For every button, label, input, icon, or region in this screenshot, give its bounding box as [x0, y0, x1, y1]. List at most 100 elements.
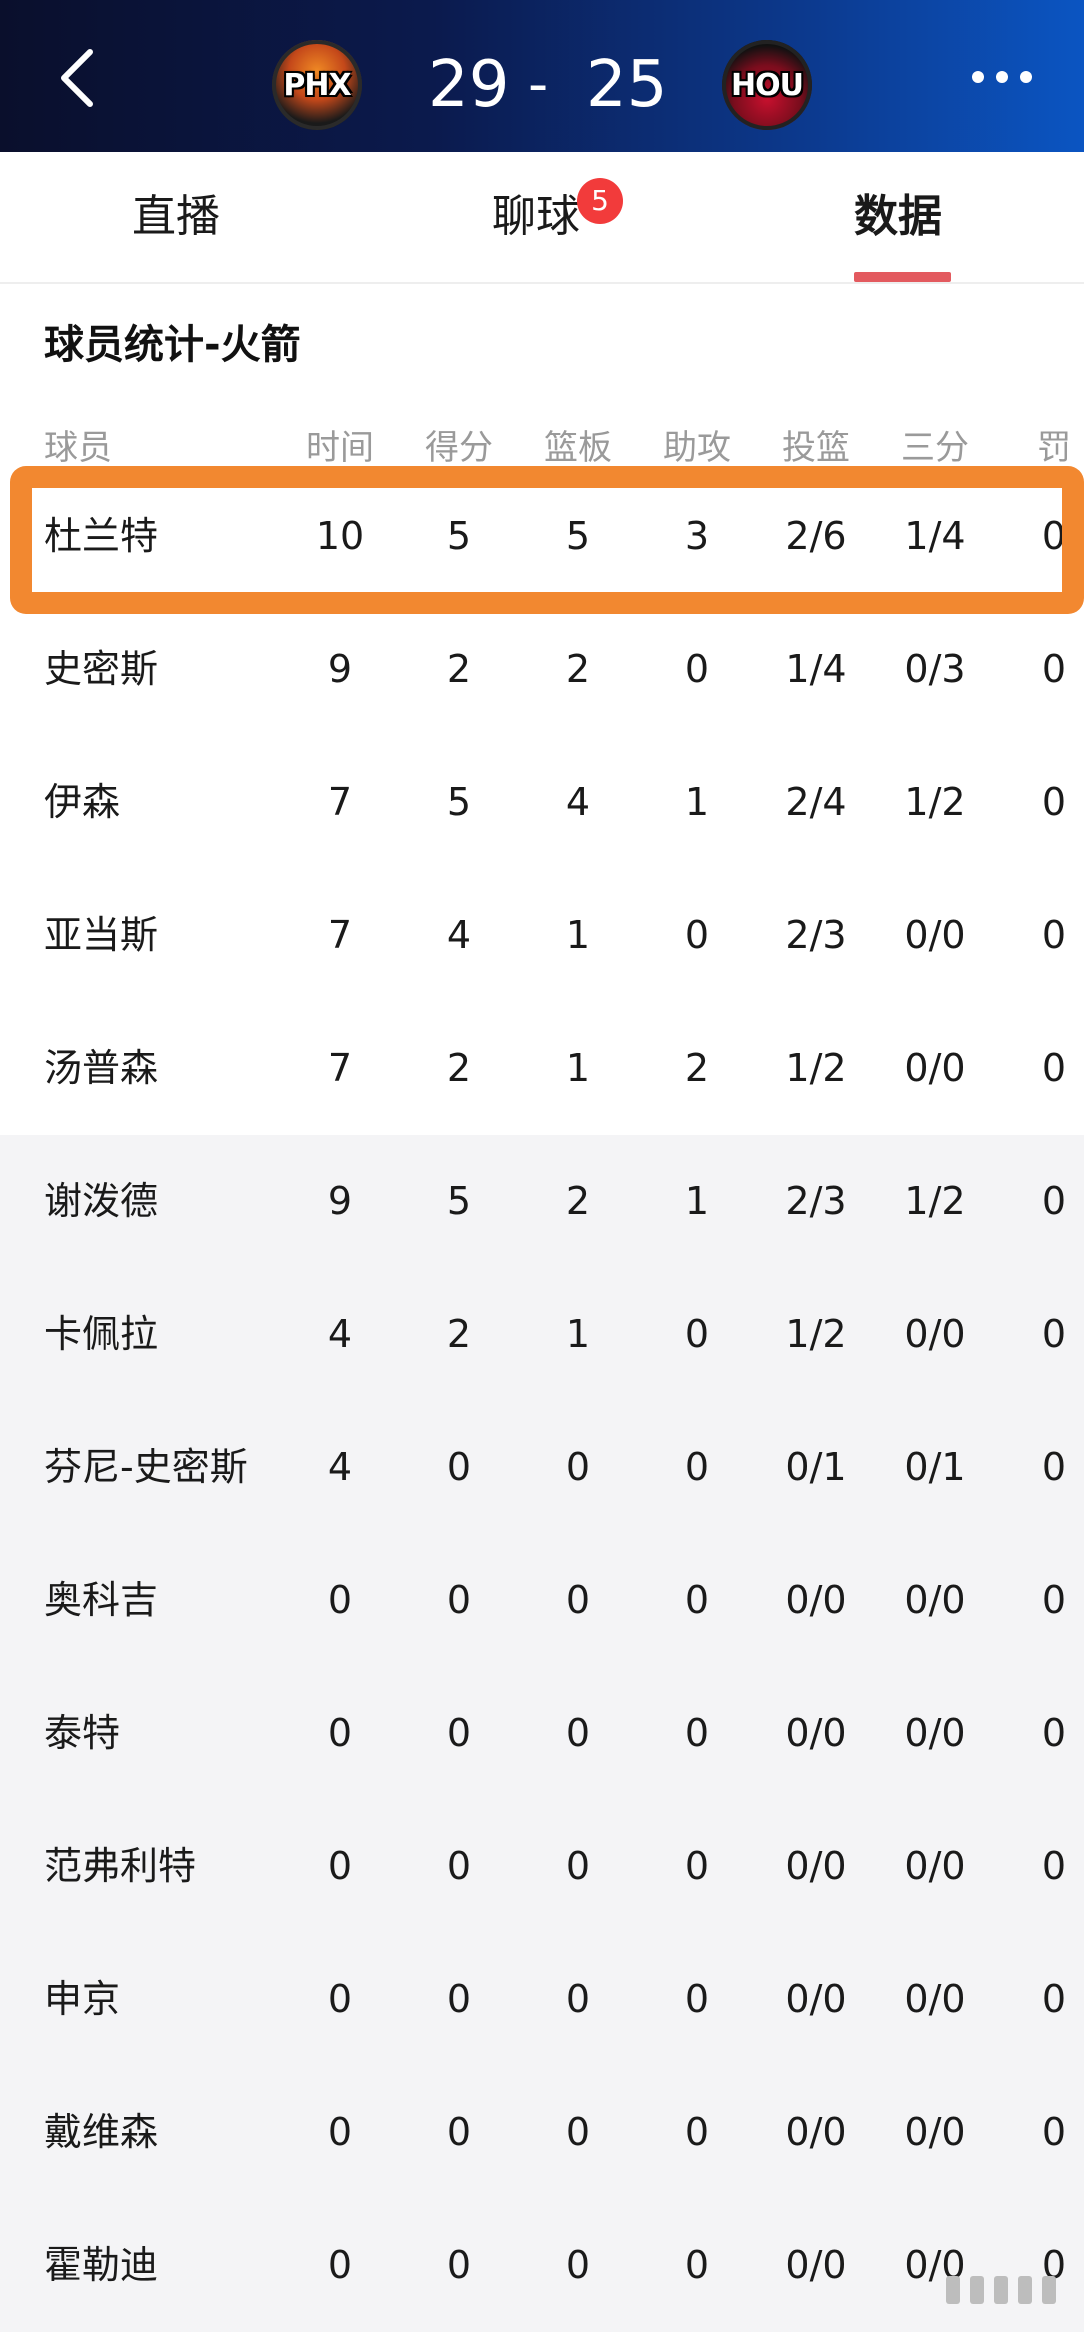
- tab-stats[interactable]: 数据: [854, 152, 942, 282]
- stat-cell: 0/0: [885, 1800, 985, 1933]
- stat-cell: 0: [409, 1800, 509, 1933]
- player-name: 泰特: [44, 1667, 120, 1800]
- stat-cell: 7: [290, 869, 390, 1002]
- stat-cell: 0: [647, 1534, 747, 1667]
- away-team-logo[interactable]: HOU: [722, 40, 812, 130]
- chat-badge: 5: [577, 178, 623, 224]
- table-row[interactable]: 谢泼德95212/31/20: [0, 1135, 1084, 1268]
- player-name: 戴维森: [44, 2066, 158, 2199]
- stat-cell: 0: [647, 2199, 747, 2332]
- stat-cell: 0: [290, 1800, 390, 1933]
- table-row[interactable]: 卡佩拉42101/20/00: [0, 1268, 1084, 1401]
- stat-cell: 0/0: [766, 1933, 866, 2066]
- stat-cell: 2: [409, 603, 509, 736]
- tab-chat[interactable]: 聊球: [492, 152, 580, 282]
- stat-cell: 0: [409, 1401, 509, 1534]
- stat-cell: 0: [1004, 1268, 1084, 1401]
- stat-cell: 0: [290, 2066, 390, 2199]
- stat-cell: 0/0: [885, 1002, 985, 1135]
- stat-cell: 1/2: [766, 1002, 866, 1135]
- tab-live[interactable]: 直播: [132, 152, 220, 282]
- active-tab-indicator: [854, 272, 951, 282]
- table-header: 球员时间得分篮板助攻投篮三分罚: [0, 418, 1084, 464]
- stat-cell: 0/0: [885, 1268, 985, 1401]
- stat-cell: 4: [409, 869, 509, 1002]
- stat-cell: 0/0: [766, 2066, 866, 2199]
- column-header: 篮板: [528, 418, 628, 464]
- table-row[interactable]: 霍勒迪00000/00/00: [0, 2199, 1084, 2332]
- stat-cell: 0: [1004, 1534, 1084, 1667]
- player-name: 伊森: [44, 736, 120, 869]
- stat-cell: 0/1: [885, 1401, 985, 1534]
- stat-cell: 0: [528, 1667, 628, 1800]
- stat-cell: 0: [1004, 1135, 1084, 1268]
- tab-bar: 直播 聊球 5 数据: [0, 152, 1084, 284]
- stat-cell: 0/0: [885, 2066, 985, 2199]
- table-row[interactable]: 伊森75412/41/20: [0, 736, 1084, 869]
- stat-cell: 2: [528, 1135, 628, 1268]
- stat-cell: 1/2: [885, 736, 985, 869]
- stat-cell: 0: [1004, 1401, 1084, 1534]
- stat-cell: 0: [290, 1667, 390, 1800]
- player-name: 谢泼德: [44, 1135, 158, 1268]
- stat-cell: 0: [647, 1268, 747, 1401]
- stat-cell: 2: [409, 1002, 509, 1135]
- stat-cell: 7: [290, 736, 390, 869]
- column-header: 助攻: [647, 418, 747, 464]
- player-name: 霍勒迪: [44, 2199, 158, 2332]
- watermark: [946, 2276, 1056, 2304]
- stat-cell: 0/3: [885, 603, 985, 736]
- back-button[interactable]: [48, 48, 108, 108]
- section-title: 球员统计-火箭: [44, 312, 301, 370]
- column-header: 三分: [885, 418, 985, 464]
- stat-cell: 2/3: [766, 869, 866, 1002]
- stat-cell: 7: [290, 1002, 390, 1135]
- stat-cell: 1: [528, 1268, 628, 1401]
- table-row[interactable]: 汤普森72121/20/00: [0, 1002, 1084, 1135]
- stat-cell: 0/0: [766, 1667, 866, 1800]
- stat-cell: 0/1: [766, 1401, 866, 1534]
- player-name: 亚当斯: [44, 869, 158, 1002]
- stat-cell: 0: [647, 1933, 747, 2066]
- stat-cell: 0: [1004, 2066, 1084, 2199]
- table-row[interactable]: 泰特00000/00/00: [0, 1667, 1084, 1800]
- stat-cell: 0/0: [766, 2199, 866, 2332]
- table-row[interactable]: 芬尼-史密斯40000/10/10: [0, 1401, 1084, 1534]
- stat-cell: 4: [528, 736, 628, 869]
- player-name: 汤普森: [44, 1002, 158, 1135]
- table-row[interactable]: 奥科吉00000/00/00: [0, 1534, 1084, 1667]
- stat-cell: 1: [647, 736, 747, 869]
- stat-cell: 0: [647, 1667, 747, 1800]
- stat-cell: 0: [647, 869, 747, 1002]
- more-button[interactable]: [962, 52, 1042, 102]
- stat-cell: 1: [528, 1002, 628, 1135]
- stat-cell: 0: [528, 2066, 628, 2199]
- stat-cell: 2/3: [766, 1135, 866, 1268]
- table-row[interactable]: 史密斯92201/40/30: [0, 603, 1084, 736]
- stat-cell: 0: [1004, 1667, 1084, 1800]
- stat-cell: 0: [647, 1800, 747, 1933]
- stat-cell: 1: [528, 869, 628, 1002]
- stat-cell: 4: [290, 1401, 390, 1534]
- stat-cell: 0: [528, 2199, 628, 2332]
- table-row[interactable]: 申京00000/00/00: [0, 1933, 1084, 2066]
- stat-cell: 0: [647, 1401, 747, 1534]
- stat-cell: 0/0: [885, 1667, 985, 1800]
- stat-cell: 9: [290, 1135, 390, 1268]
- away-team-abbr: HOU: [731, 68, 803, 103]
- home-team-logo[interactable]: PHX: [272, 40, 362, 130]
- table-row[interactable]: 戴维森00000/00/00: [0, 2066, 1084, 2199]
- player-name: 卡佩拉: [44, 1268, 158, 1401]
- table-row[interactable]: 范弗利特00000/00/00: [0, 1800, 1084, 1933]
- stat-cell: 0/0: [885, 1933, 985, 2066]
- match-header: PHX 29 - 25 HOU: [0, 0, 1084, 152]
- home-score: 29: [428, 40, 509, 130]
- stat-cell: 9: [290, 603, 390, 736]
- stat-cell: 0: [290, 1933, 390, 2066]
- stat-cell: 0: [1004, 869, 1084, 1002]
- stat-cell: 0/0: [885, 1534, 985, 1667]
- column-header: 时间: [290, 418, 390, 464]
- stat-cell: 0: [290, 1534, 390, 1667]
- table-row[interactable]: 亚当斯74102/30/00: [0, 869, 1084, 1002]
- stat-cell: 1/2: [766, 1268, 866, 1401]
